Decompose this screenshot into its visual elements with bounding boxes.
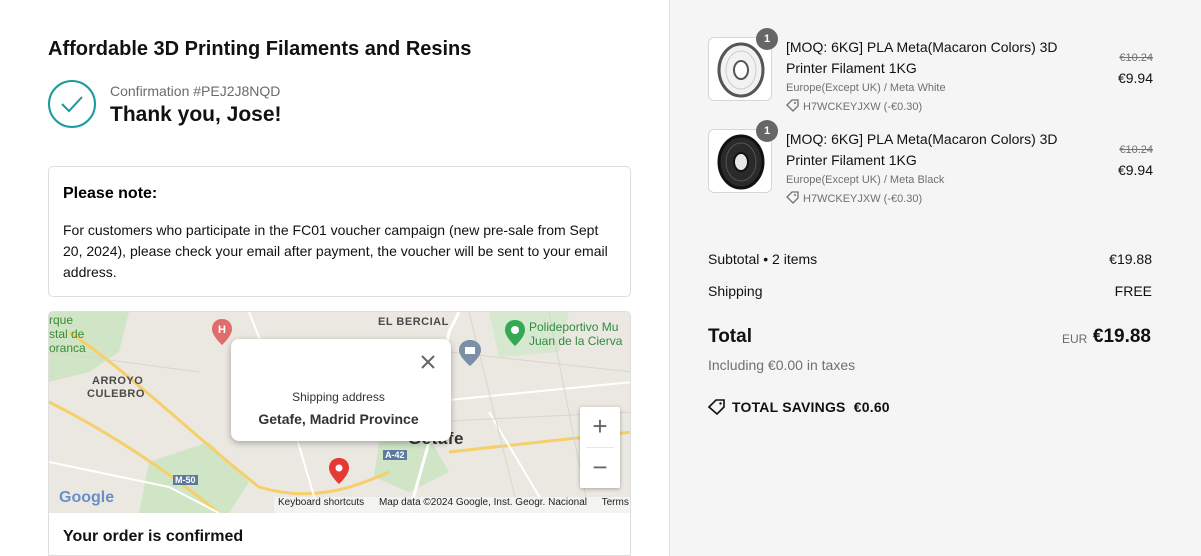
total-savings: TOTAL SAVINGS €0.60 — [707, 399, 890, 416]
item-discount: H7WCKEYJXW (-€0.30) — [786, 191, 922, 205]
item-price: €9.94 — [1117, 70, 1153, 86]
quantity-badge: 1 — [756, 120, 778, 142]
popup-label: Shipping address — [292, 390, 385, 404]
google-logo-text: Google — [59, 489, 115, 506]
close-icon[interactable] — [419, 353, 437, 371]
poi-marker-icon — [459, 340, 481, 366]
order-summary-panel: 1 [MOQ: 6KG] PLA Meta(Macaron Colors) 3D… — [669, 0, 1201, 556]
map-label-el-bercial: EL BERCIAL — [378, 316, 449, 328]
park-marker-icon — [505, 320, 525, 346]
shipping-location-pin-icon[interactable] — [329, 458, 349, 484]
map-label-park-2: stal de — [49, 327, 85, 341]
google-logo: Google — [59, 489, 114, 507]
discount-code: H7WCKEYJXW (-€0.30) — [803, 193, 923, 205]
shipping-label: Shipping — [708, 283, 763, 299]
item-name: [MOQ: 6KG] PLA Meta(Macaron Colors) 3D P… — [786, 131, 1058, 168]
subtotal-label: Subtotal • 2 items — [708, 251, 818, 267]
subtotal-value: €19.88 — [1109, 251, 1152, 267]
discount-code: H7WCKEYJXW (-€0.30) — [803, 101, 923, 113]
tag-icon — [707, 399, 725, 416]
item-price: €9.94 — [1117, 162, 1153, 178]
quantity-badge: 1 — [756, 28, 778, 50]
total-amount: €19.88 — [1092, 326, 1151, 347]
map-label-polideportivo-1: Polideportivo Mu — [529, 320, 619, 334]
order-map-card: EL BERCIAL ARROYO CULEBRO Getafe Polidep… — [48, 311, 631, 556]
tag-icon — [786, 191, 799, 204]
road-badge-m50: M-50 — [173, 475, 198, 485]
order-confirmed-heading: Your order is confirmed — [63, 528, 244, 545]
check-circle-icon — [48, 80, 96, 128]
line-item: 1 [MOQ: 6KG] PLA Meta(Macaron Colors) 3D… — [708, 28, 1153, 117]
map-label-park-1: rque — [49, 313, 74, 327]
main-panel: Affordable 3D Printing Filaments and Res… — [0, 0, 669, 556]
zoom-out-button[interactable]: − — [580, 448, 620, 488]
map-data-attribution: Map data ©2024 Google, Inst. Geogr. Naci… — [378, 497, 588, 508]
shop-title: Affordable 3D Printing Filaments and Res… — [48, 38, 472, 60]
note-text: For customers who participate in the FC0… — [63, 222, 608, 280]
road-badge-a42: A-42 — [383, 450, 407, 460]
shipping-value: FREE — [1114, 283, 1152, 299]
subtotal-row: Subtotal • 2 items €19.88 — [708, 251, 1152, 267]
line-item: 1 [MOQ: 6KG] PLA Meta(Macaron Colors) 3D… — [708, 120, 1153, 209]
item-variant: Europe(Except UK) / Meta White — [786, 82, 946, 94]
original-price: €10.24 — [1119, 52, 1153, 64]
original-price: €10.24 — [1119, 144, 1153, 156]
map-label-polideportivo-2: Juan de la Cierva — [529, 334, 623, 348]
total-currency: EUR — [1062, 332, 1088, 346]
taxes-note: Including €0.00 in taxes — [708, 357, 856, 373]
map-label-culebro: CULEBRO — [87, 388, 145, 400]
popup-address: Getafe, Madrid Province — [258, 411, 419, 427]
tag-icon — [786, 99, 799, 112]
zoom-control: + − — [580, 407, 620, 488]
savings-text: TOTAL SAVINGS €0.60 — [732, 399, 890, 415]
map-label-arroyo: ARROYO — [92, 375, 144, 387]
shipping-row: Shipping FREE — [708, 283, 1152, 299]
item-name: [MOQ: 6KG] PLA Meta(Macaron Colors) 3D P… — [786, 39, 1058, 76]
shipping-address-popup: Shipping address Getafe, Madrid Province — [231, 339, 451, 441]
hospital-marker-icon: H — [212, 319, 232, 345]
total-label: Total — [708, 326, 752, 347]
map-label-park-3: oranca — [49, 341, 86, 355]
svg-text:H: H — [218, 324, 226, 336]
note-title: Please note: — [63, 185, 158, 202]
thank-you-heading: Thank you, Jose! — [110, 103, 282, 126]
confirmation-number: Confirmation #PEJ2J8NQD — [110, 83, 281, 99]
zoom-in-button[interactable]: + — [580, 407, 620, 447]
terms-link[interactable]: Terms — [602, 497, 629, 508]
keyboard-shortcuts-link[interactable]: Keyboard shortcuts — [278, 497, 364, 508]
map-footer: Keyboard shortcuts Map data ©2024 Google… — [274, 497, 630, 513]
item-discount: H7WCKEYJXW (-€0.30) — [786, 99, 922, 113]
item-variant: Europe(Except UK) / Meta Black — [786, 174, 945, 186]
shipping-map[interactable]: EL BERCIAL ARROYO CULEBRO Getafe Polidep… — [49, 312, 630, 513]
note-box: Please note: For customers who participa… — [48, 166, 631, 297]
